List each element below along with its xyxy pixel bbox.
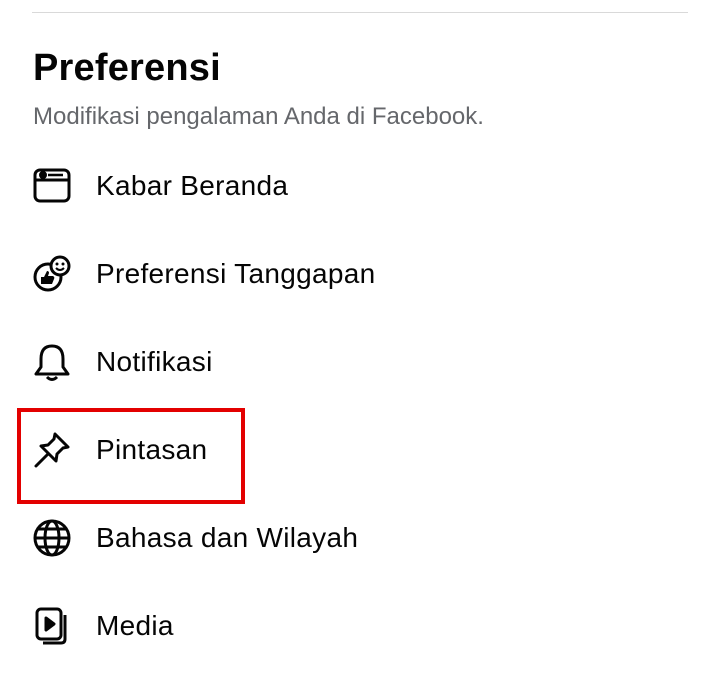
globe-icon <box>31 517 73 559</box>
news-feed-icon <box>31 165 73 207</box>
reaction-preferences-icon <box>31 253 73 295</box>
menu-item-label: Kabar Beranda <box>96 170 289 201</box>
menu-item-label: Media <box>96 610 174 641</box>
section-subtitle: Modifikasi pengalaman Anda di Facebook. <box>33 103 484 130</box>
menu-item-media[interactable]: Media <box>0 582 720 670</box>
menu-item-news-feed[interactable]: Kabar Beranda <box>0 142 720 230</box>
bell-icon <box>31 341 73 383</box>
menu-item-reaction-preferences[interactable]: Preferensi Tanggapan <box>0 230 720 318</box>
media-icon <box>31 605 73 647</box>
menu-item-label: Preferensi Tanggapan <box>96 258 376 289</box>
pin-icon <box>31 429 73 471</box>
menu-item-shortcuts[interactable]: Pintasan <box>0 406 720 494</box>
menu-item-label: Pintasan <box>96 434 208 465</box>
menu-item-label: Bahasa dan Wilayah <box>96 522 359 553</box>
section-title: Preferensi <box>33 47 221 89</box>
menu-item-notifications[interactable]: Notifikasi <box>0 318 720 406</box>
menu-item-label: Notifikasi <box>96 346 213 377</box>
menu-item-language-region[interactable]: Bahasa dan Wilayah <box>0 494 720 582</box>
top-divider <box>32 12 688 13</box>
preferences-menu-list: Kabar Beranda Preferensi Tanggapan Notif… <box>0 142 720 670</box>
